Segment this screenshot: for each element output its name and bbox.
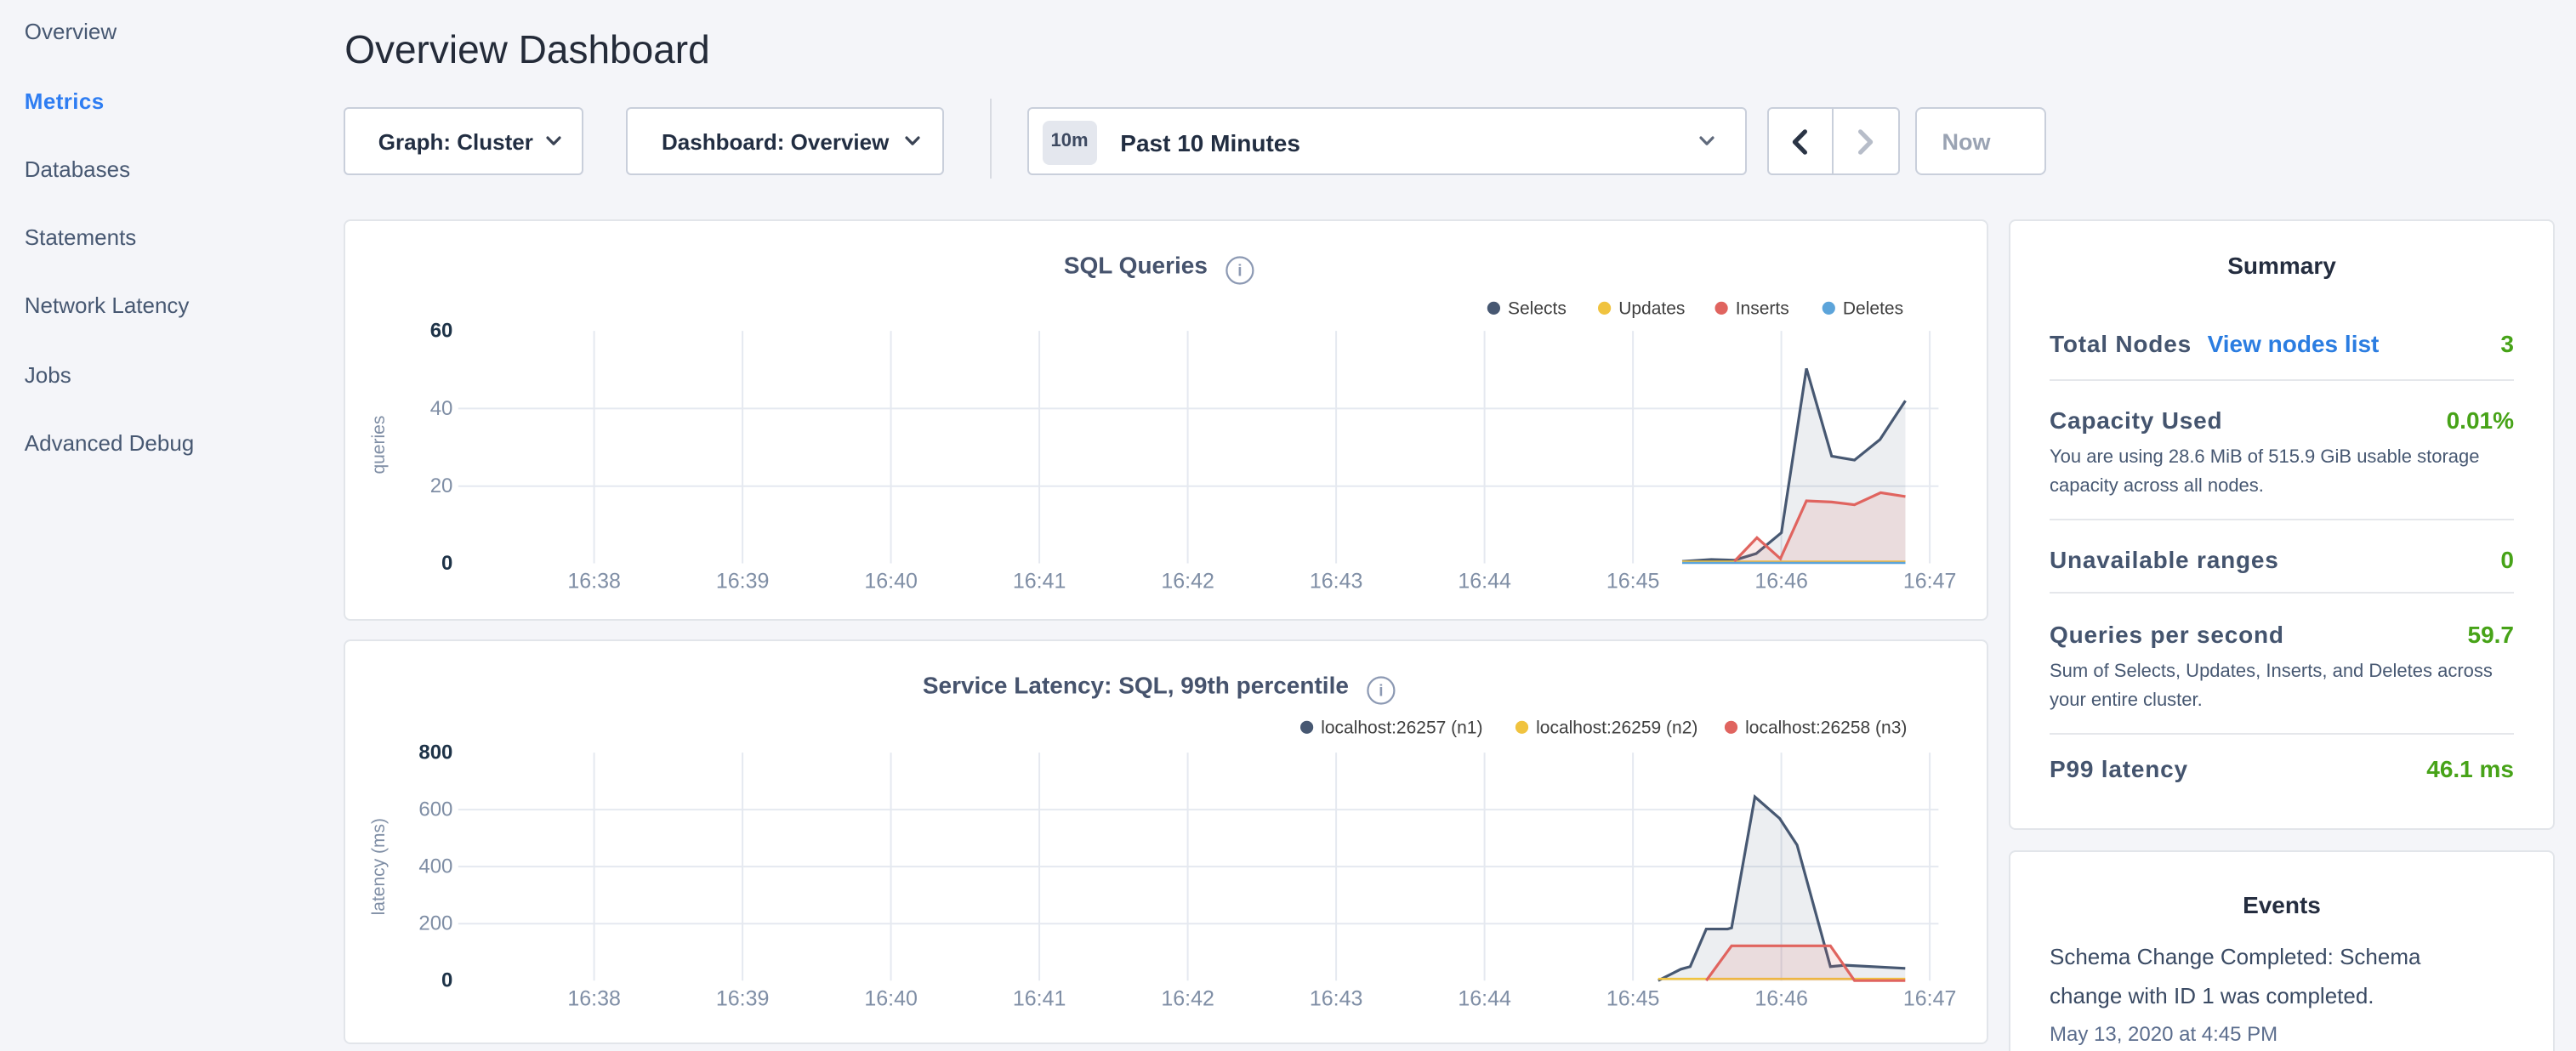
svg-text:i: i xyxy=(1379,683,1383,701)
svg-text:Deletes: Deletes xyxy=(1842,298,1902,318)
svg-text:queries: queries xyxy=(369,415,389,474)
svg-text:16:39: 16:39 xyxy=(715,569,769,593)
svg-text:16:42: 16:42 xyxy=(1161,569,1214,593)
svg-text:Inserts: Inserts xyxy=(1735,298,1788,318)
svg-text:latency (ms): latency (ms) xyxy=(369,819,389,916)
svg-text:i: i xyxy=(1237,262,1242,280)
svg-text:SQL Queries: SQL Queries xyxy=(1063,252,1207,278)
svg-text:16:38: 16:38 xyxy=(567,987,621,1011)
svg-text:16:44: 16:44 xyxy=(1458,987,1511,1011)
svg-text:localhost:26257 (n1): localhost:26257 (n1) xyxy=(1321,719,1482,738)
svg-text:40: 40 xyxy=(429,396,452,419)
svg-text:16:38: 16:38 xyxy=(567,569,621,593)
svg-text:16:44: 16:44 xyxy=(1458,569,1511,593)
svg-text:16:43: 16:43 xyxy=(1309,569,1362,593)
svg-text:16:40: 16:40 xyxy=(864,569,918,593)
svg-text:16:41: 16:41 xyxy=(1012,987,1066,1011)
svg-text:16:45: 16:45 xyxy=(1606,987,1659,1011)
svg-text:16:47: 16:47 xyxy=(1902,569,1956,593)
svg-text:0: 0 xyxy=(441,551,452,574)
svg-text:16:39: 16:39 xyxy=(715,987,769,1011)
svg-text:16:43: 16:43 xyxy=(1309,987,1362,1011)
svg-text:20: 20 xyxy=(429,474,452,497)
svg-text:Updates: Updates xyxy=(1618,298,1685,318)
svg-text:Service Latency: SQL, 99th per: Service Latency: SQL, 99th percentile xyxy=(922,673,1348,699)
svg-text:200: 200 xyxy=(418,912,452,935)
svg-text:600: 600 xyxy=(418,798,452,821)
svg-text:Selects: Selects xyxy=(1508,298,1567,318)
svg-text:localhost:26258 (n3): localhost:26258 (n3) xyxy=(1745,719,1907,738)
svg-text:16:40: 16:40 xyxy=(864,987,918,1011)
svg-text:16:46: 16:46 xyxy=(1754,987,1808,1011)
svg-text:16:47: 16:47 xyxy=(1902,987,1956,1011)
svg-text:400: 400 xyxy=(418,855,452,878)
svg-text:60: 60 xyxy=(429,319,452,342)
svg-text:localhost:26259 (n2): localhost:26259 (n2) xyxy=(1536,719,1697,738)
svg-text:16:46: 16:46 xyxy=(1754,569,1808,593)
svg-text:800: 800 xyxy=(418,741,452,764)
svg-text:0: 0 xyxy=(441,969,452,992)
svg-text:16:42: 16:42 xyxy=(1161,987,1214,1011)
svg-text:16:45: 16:45 xyxy=(1606,569,1659,593)
svg-text:16:41: 16:41 xyxy=(1012,569,1066,593)
